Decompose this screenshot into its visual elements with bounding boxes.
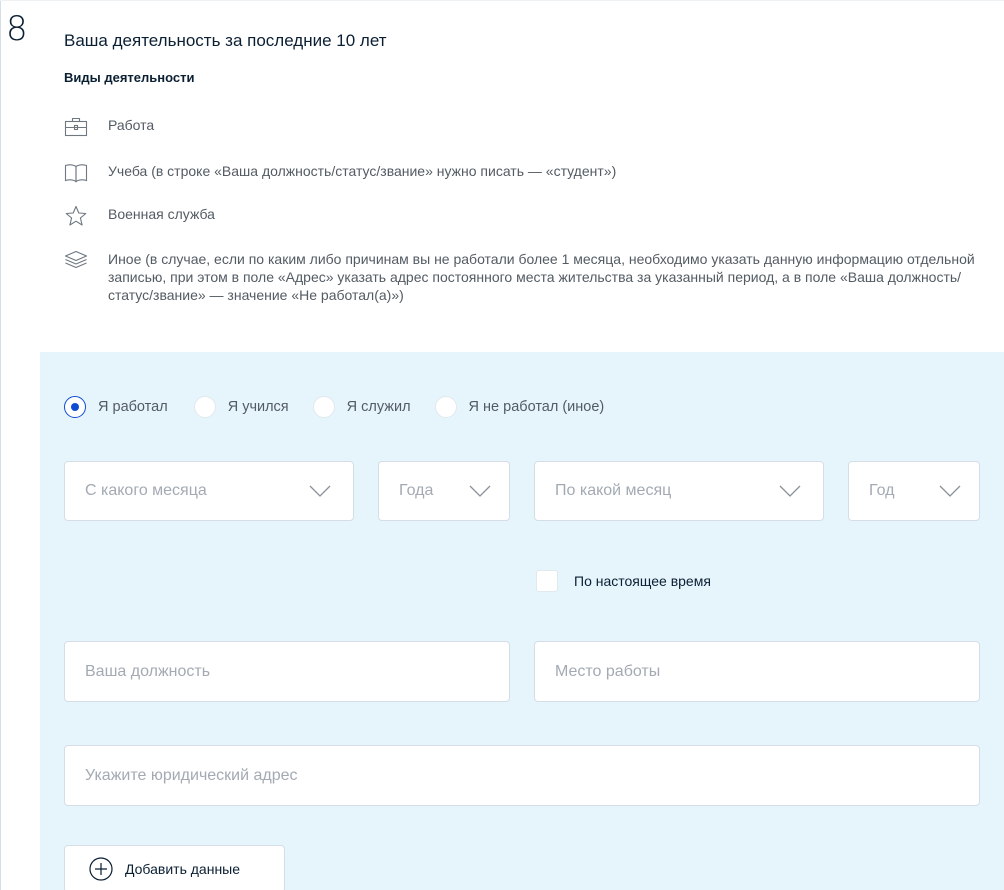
activity-type-label: Работа	[108, 117, 155, 133]
activity-types-heading: Виды деятельности	[64, 70, 195, 85]
step-number: 8	[6, 9, 28, 49]
activity-type-work: Работа	[64, 116, 988, 138]
radio-label: Я служил	[346, 399, 411, 415]
activity-form-panel	[40, 352, 1004, 890]
chevron-down-icon	[309, 484, 331, 503]
chevron-down-icon	[779, 484, 801, 503]
radio-label: Я не работал (иное)	[468, 399, 605, 415]
present-time-label: По настоящее время	[574, 573, 711, 589]
radio-worked[interactable]: Я работал	[64, 396, 168, 418]
layers-icon	[64, 250, 90, 272]
from-year-select[interactable]: Года	[378, 461, 510, 521]
activity-type-label: Иное (в случае, если по каким либо причи…	[108, 251, 975, 303]
radio-served[interactable]: Я служил	[312, 396, 411, 418]
legal-address-placeholder: Укажите юридический адрес	[85, 766, 298, 784]
page-top-border	[0, 0, 1004, 1]
present-time-checkbox[interactable]: По настоящее время	[536, 570, 711, 592]
activity-type-military: Военная служба	[64, 205, 988, 227]
briefcase-icon	[64, 116, 90, 138]
radio-label: Я учился	[227, 399, 289, 415]
star-icon	[64, 205, 90, 227]
chevron-down-icon	[469, 484, 491, 503]
radio-unchecked-icon[interactable]	[193, 396, 216, 418]
position-placeholder: Ваша должность	[85, 662, 211, 680]
to-month-placeholder: По какой месяц	[555, 482, 672, 499]
radio-checked-icon[interactable]	[64, 396, 86, 418]
radio-unchecked-icon[interactable]	[312, 396, 335, 418]
chevron-down-icon	[939, 484, 961, 503]
page-left-border	[0, 0, 1, 890]
book-icon	[64, 162, 90, 184]
add-data-button[interactable]: Добавить данные	[64, 845, 285, 890]
workplace-input[interactable]: Место работы	[534, 641, 980, 702]
plus-circle-icon	[89, 857, 113, 881]
from-year-placeholder: Года	[399, 482, 434, 499]
section-title: Ваша деятельность за последние 10 лет	[64, 31, 387, 50]
workplace-placeholder: Место работы	[555, 662, 661, 680]
activity-type-study: Учеба (в строке «Ваша должность/статус/з…	[64, 162, 988, 184]
checkbox-box[interactable]	[536, 570, 558, 592]
activity-type-label: Учеба (в строке «Ваша должность/статус/з…	[108, 163, 617, 179]
from-month-select[interactable]: С какого месяца	[64, 461, 354, 521]
radio-dot	[71, 403, 79, 411]
to-year-select[interactable]: Год	[848, 461, 980, 521]
radio-label: Я работал	[98, 399, 168, 415]
radio-not-worked[interactable]: Я не работал (иное)	[434, 396, 605, 418]
position-input[interactable]: Ваша должность	[64, 641, 510, 702]
activity-type-label: Военная служба	[108, 206, 215, 222]
activity-kind-radio-group: Я работал Я учился Я служил Я не работал…	[64, 396, 624, 418]
to-month-select[interactable]: По какой месяц	[534, 461, 824, 521]
radio-studied[interactable]: Я учился	[193, 396, 289, 418]
legal-address-input[interactable]: Укажите юридический адрес	[64, 745, 980, 806]
add-data-label: Добавить данные	[125, 861, 241, 877]
to-year-placeholder: Год	[869, 482, 895, 499]
radio-unchecked-icon[interactable]	[434, 396, 457, 418]
activity-type-other: Иное (в случае, если по каким либо причи…	[64, 250, 988, 304]
from-month-placeholder: С какого месяца	[85, 482, 207, 499]
